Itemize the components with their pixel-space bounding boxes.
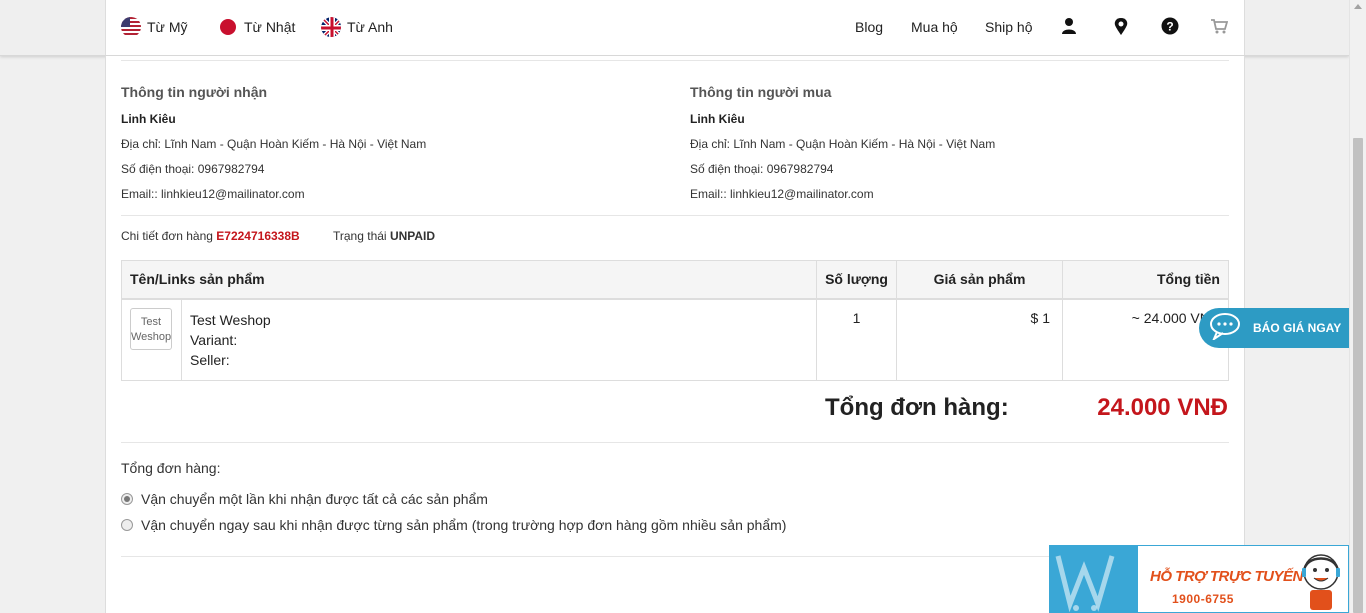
- divider: [121, 60, 1229, 61]
- shipping-option-radio[interactable]: [121, 519, 133, 531]
- origin-uk-label: Từ Anh: [347, 19, 393, 35]
- help-icon[interactable]: ?: [1161, 17, 1181, 37]
- origin-us-label: Từ Mỹ: [147, 19, 188, 35]
- col-product: Tên/Links sản phẩm: [121, 260, 817, 300]
- uk-flag-icon: [321, 17, 341, 37]
- order-status: Trạng thái UNPAID: [333, 229, 435, 243]
- product-image[interactable]: Test Weshop: [130, 307, 172, 350]
- col-total: Tổng tiền: [1062, 260, 1229, 300]
- order-detail: Chi tiết đơn hàng E7224716338B: [121, 229, 300, 243]
- scrollbar-thumb[interactable]: [1353, 138, 1363, 613]
- product-seller: Seller:: [190, 351, 230, 368]
- order-total-value: 24.000 VNĐ: [1097, 394, 1228, 421]
- shipping-option-each-item[interactable]: Vận chuyển ngay sau khi nhận được từng s…: [121, 517, 786, 533]
- order-items-table: Tên/Links sản phẩm Số lượng Giá sản phẩm…: [121, 260, 1229, 381]
- support-agent-icon: [1294, 548, 1348, 612]
- us-flag-icon: [121, 17, 141, 37]
- buyer-email: Email:: linhkieu12@mailinator.com: [690, 187, 874, 201]
- product-image-cell: Test Weshop: [121, 298, 182, 381]
- shipping-option-label: Vận chuyển một lần khi nhận được tất cả …: [141, 491, 488, 507]
- table-header-row: Tên/Links sản phẩm Số lượng Giá sản phẩm…: [121, 260, 1229, 300]
- recipient-section-title: Thông tin người nhận: [121, 84, 268, 100]
- user-icon[interactable]: [1061, 17, 1081, 37]
- buyer-address: Địa chỉ: Lĩnh Nam - Quận Hoàn Kiếm - Hà …: [690, 137, 996, 151]
- quote-now-label: BÁO GIÁ NGAY: [1253, 321, 1342, 335]
- recipient-email: Email:: linhkieu12@mailinator.com: [121, 187, 305, 201]
- buyer-section-title: Thông tin người mua: [690, 84, 832, 100]
- nav-ship-for-me[interactable]: Ship hộ: [985, 19, 1032, 35]
- nav-buy-for-me[interactable]: Mua hộ: [911, 19, 958, 35]
- chat-bubble-icon: [1209, 312, 1245, 345]
- weshop-logo-icon: [1050, 546, 1138, 612]
- status-badge: UNPAID: [389, 229, 436, 243]
- shipping-option-label: Vận chuyển ngay sau khi nhận được từng s…: [141, 517, 787, 533]
- scroll-up-icon[interactable]: [1354, 4, 1362, 9]
- recipient-phone: Số điện thoại: 0967982794: [121, 162, 265, 176]
- order-id: E7224716338B: [216, 229, 300, 243]
- navbar-container: Từ Mỹ Từ Nhật Từ Anh Blog Mua hộ Ship hộ: [105, 0, 1245, 55]
- product-info-cell: Test Weshop Variant: Seller:: [181, 298, 817, 381]
- buyer-name: Linh Kiêu: [690, 112, 745, 126]
- recipient-name: Linh Kiêu: [121, 112, 176, 126]
- divider: [121, 442, 1229, 443]
- order-detail-panel: Thông tin người nhận Linh Kiêu Địa chỉ: …: [105, 56, 1245, 613]
- page-scrollbar[interactable]: [1349, 0, 1366, 613]
- japan-flag-icon: [218, 17, 238, 37]
- recipient-address: Địa chỉ: Lĩnh Nam - Quận Hoàn Kiếm - Hà …: [121, 137, 427, 151]
- origin-us-link[interactable]: Từ Mỹ: [121, 17, 187, 37]
- order-detail-label: Chi tiết đơn hàng: [121, 229, 213, 243]
- origin-uk-link[interactable]: Từ Anh: [321, 17, 393, 37]
- nav-blog[interactable]: Blog: [855, 19, 883, 35]
- support-phone: 1900-6755: [1172, 592, 1234, 606]
- col-quantity: Số lượng: [816, 260, 897, 300]
- product-name[interactable]: Test Weshop: [190, 310, 808, 330]
- quote-now-button[interactable]: BÁO GIÁ NGAY: [1199, 308, 1349, 348]
- product-quantity: 1: [816, 298, 897, 381]
- product-variant: Variant:: [190, 331, 238, 348]
- cart-icon[interactable]: [1210, 17, 1230, 37]
- col-price: Giá sản phẩm: [896, 260, 1063, 300]
- buyer-phone: Số điện thoại: 0967982794: [690, 162, 834, 176]
- divider: [121, 215, 1229, 216]
- order-status-label: Trạng thái: [333, 229, 387, 243]
- svg-text:?: ?: [1166, 20, 1173, 34]
- product-price: $ 1: [896, 298, 1063, 381]
- location-pin-icon[interactable]: [1113, 17, 1133, 37]
- shipping-option-radio[interactable]: [121, 493, 133, 505]
- shipping-title: Tổng đơn hàng:: [121, 460, 221, 476]
- top-navbar: Từ Mỹ Từ Nhật Từ Anh Blog Mua hộ Ship hộ: [0, 0, 1349, 56]
- online-support-banner[interactable]: HỖ TRỢ TRỰC TUYẾN 1900-6755: [1049, 545, 1349, 613]
- shipping-option-all-at-once[interactable]: Vận chuyển một lần khi nhận được tất cả …: [121, 491, 488, 507]
- order-total-label: Tổng đơn hàng:: [825, 394, 1009, 421]
- origin-japan-label: Từ Nhật: [244, 19, 296, 35]
- origin-japan-link[interactable]: Từ Nhật: [218, 17, 295, 37]
- table-row: Test Weshop Test Weshop Variant: Seller:…: [121, 298, 1229, 381]
- support-title: HỖ TRỢ TRỰC TUYẾN: [1150, 568, 1303, 585]
